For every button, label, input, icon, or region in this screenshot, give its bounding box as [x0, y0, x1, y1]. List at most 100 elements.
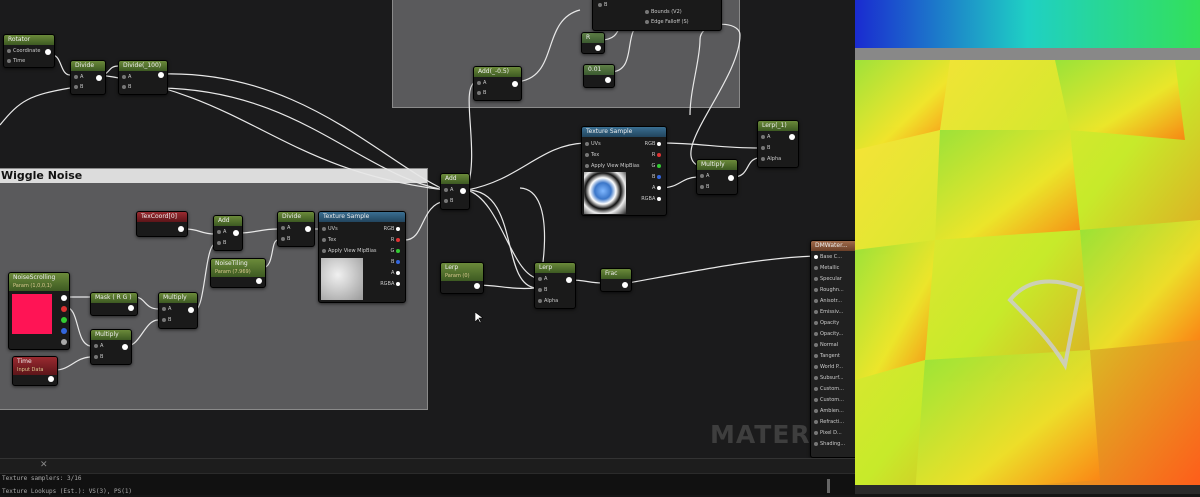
- lerp-param-node[interactable]: Lerp Param (0): [440, 262, 484, 294]
- noise-tiling-node[interactable]: NoiseTiling Param (7.969): [210, 258, 266, 288]
- pin-bounds[interactable]: Bounds (V2): [645, 9, 682, 15]
- scrollbar[interactable]: [827, 479, 830, 493]
- output-pin-rgb[interactable]: [61, 295, 67, 301]
- material-input-pin[interactable]: Normal: [814, 342, 838, 348]
- pin-coordinate[interactable]: Coordinate: [7, 48, 40, 54]
- pin-b[interactable]: B: [444, 198, 453, 204]
- pin-tex[interactable]: Tex: [322, 237, 336, 243]
- pin-a-out[interactable]: A: [391, 270, 402, 276]
- divide-inner-node[interactable]: Divide A B: [277, 211, 315, 247]
- pin-b[interactable]: B: [281, 236, 290, 242]
- material-input-pin[interactable]: Opacity: [814, 320, 839, 326]
- output-pin[interactable]: [158, 72, 164, 78]
- material-input-pin[interactable]: Opacity...: [814, 331, 843, 337]
- output-pin[interactable]: [256, 278, 262, 284]
- output-pin[interactable]: [188, 307, 194, 313]
- pin-r-out[interactable]: R: [652, 152, 663, 158]
- pin-b[interactable]: B: [217, 240, 226, 246]
- material-input-pin[interactable]: Specular: [814, 276, 842, 282]
- pin-time[interactable]: Time: [7, 58, 25, 64]
- pin-uvs[interactable]: UVs: [322, 226, 338, 232]
- pin-rgb-out[interactable]: RGB: [645, 141, 663, 147]
- output-pin[interactable]: [128, 305, 134, 311]
- pin-a-out[interactable]: A: [652, 185, 663, 191]
- mask-rg-node[interactable]: Mask ( R G ): [90, 292, 138, 316]
- pin-a[interactable]: A: [162, 306, 171, 312]
- texture-sample-noise-node[interactable]: Texture Sample UVs Tex Apply View MipBia…: [318, 211, 406, 303]
- material-input-pin[interactable]: Tangent: [814, 353, 840, 359]
- pin-b[interactable]: B: [477, 90, 486, 96]
- material-input-pin[interactable]: Emissiv...: [814, 309, 843, 315]
- divide-node[interactable]: Divide A B: [70, 60, 106, 95]
- pin-a[interactable]: A: [761, 134, 770, 140]
- pin-a[interactable]: A: [700, 173, 709, 179]
- output-pin[interactable]: [460, 188, 466, 194]
- material-input-pin[interactable]: World P...: [814, 364, 843, 370]
- pin-a[interactable]: A: [74, 74, 83, 80]
- output-pin[interactable]: [96, 75, 102, 81]
- output-pin[interactable]: [622, 282, 628, 288]
- pin-b[interactable]: B: [74, 84, 83, 90]
- material-result-node[interactable]: DMWater... Base C... Metallic Specular Roug…: [810, 240, 855, 458]
- multiply-time-node[interactable]: Multiply A B: [90, 329, 132, 365]
- pin-tex[interactable]: Tex: [585, 152, 599, 158]
- material-input-pin[interactable]: Custom...: [814, 386, 844, 392]
- material-input-pin[interactable]: Roughn...: [814, 287, 844, 293]
- pin-a[interactable]: A: [538, 276, 547, 282]
- stats-panel[interactable]: ✕ Texture samplers: 3/16 Texture Lookups…: [0, 458, 855, 495]
- pin-b[interactable]: B: [122, 84, 131, 90]
- material-input-pin[interactable]: Pixel D...: [814, 430, 842, 436]
- pin-a[interactable]: A: [122, 74, 131, 80]
- rotator-node[interactable]: Rotator Coordinate Time: [3, 34, 55, 68]
- material-input-pin[interactable]: Subsurf...: [814, 375, 844, 381]
- output-pin-b[interactable]: [61, 328, 67, 334]
- pin-a[interactable]: A: [281, 225, 290, 231]
- output-pin[interactable]: [45, 49, 51, 55]
- frac-node[interactable]: Frac: [600, 268, 632, 292]
- noise-scrolling-node[interactable]: NoiseScrolling Param (1,0,0,1): [8, 272, 70, 350]
- constant-001-node[interactable]: 0.01: [583, 64, 615, 88]
- pin-a[interactable]: A: [444, 187, 453, 193]
- material-input-pin[interactable]: Ambien...: [814, 408, 844, 414]
- multiply-inner-node[interactable]: Multiply A B: [158, 292, 198, 329]
- material-input-pin[interactable]: Metallic: [814, 265, 839, 271]
- output-pin[interactable]: [512, 81, 518, 87]
- pin-rgb-out[interactable]: RGB: [384, 226, 402, 232]
- pin-b[interactable]: B: [761, 145, 770, 151]
- pin-a[interactable]: A: [94, 343, 103, 349]
- pin-alpha[interactable]: Alpha: [538, 298, 558, 304]
- pin-uvs[interactable]: UVs: [585, 141, 601, 147]
- time-node[interactable]: Time Input Data: [12, 356, 58, 386]
- pin-b[interactable]: B: [598, 2, 607, 8]
- multiply-top-node[interactable]: Multiply A B: [696, 159, 738, 195]
- close-icon[interactable]: ✕: [40, 460, 48, 470]
- pin-b[interactable]: B: [700, 184, 709, 190]
- material-input-pin[interactable]: Refracti...: [814, 419, 844, 425]
- output-pin[interactable]: [305, 226, 311, 232]
- output-pin-a[interactable]: [61, 339, 67, 345]
- pin-a[interactable]: A: [477, 80, 486, 86]
- output-pin-r[interactable]: [61, 306, 67, 312]
- pin-a[interactable]: A: [217, 229, 226, 235]
- pin-r-out[interactable]: R: [391, 237, 402, 243]
- material-graph-canvas[interactable]: Wiggle Noise Rotator Coordinate Time Div…: [0, 0, 855, 458]
- output-pin[interactable]: [605, 77, 611, 83]
- pin-edge-falloff[interactable]: Edge Falloff (S): [645, 19, 689, 25]
- lerp-1-node[interactable]: Lerp(_1) A B Alpha: [757, 120, 799, 168]
- pin-b-out[interactable]: B: [652, 174, 663, 180]
- material-preview-viewport[interactable]: [855, 0, 1200, 494]
- sphere-mask-node[interactable]: B Bounds (V2) Edge Falloff (S): [592, 0, 722, 31]
- add-node[interactable]: Add A B: [440, 173, 470, 210]
- material-input-pin[interactable]: Shading...: [814, 441, 845, 447]
- output-pin[interactable]: [566, 277, 572, 283]
- add-minus-half-node[interactable]: Add(_-0.5) A B: [473, 66, 522, 101]
- output-pin[interactable]: [48, 376, 54, 382]
- pin-alpha[interactable]: Alpha: [761, 156, 781, 162]
- pin-b[interactable]: B: [538, 287, 547, 293]
- pin-g-out[interactable]: G: [652, 163, 663, 169]
- lerp-node[interactable]: Lerp A B Alpha: [534, 262, 576, 309]
- pin-rgba-out[interactable]: RGBA: [641, 196, 663, 202]
- output-pin[interactable]: [178, 226, 184, 232]
- material-input-pin[interactable]: Base C...: [814, 254, 842, 260]
- add-inner-node[interactable]: Add A B: [213, 215, 243, 251]
